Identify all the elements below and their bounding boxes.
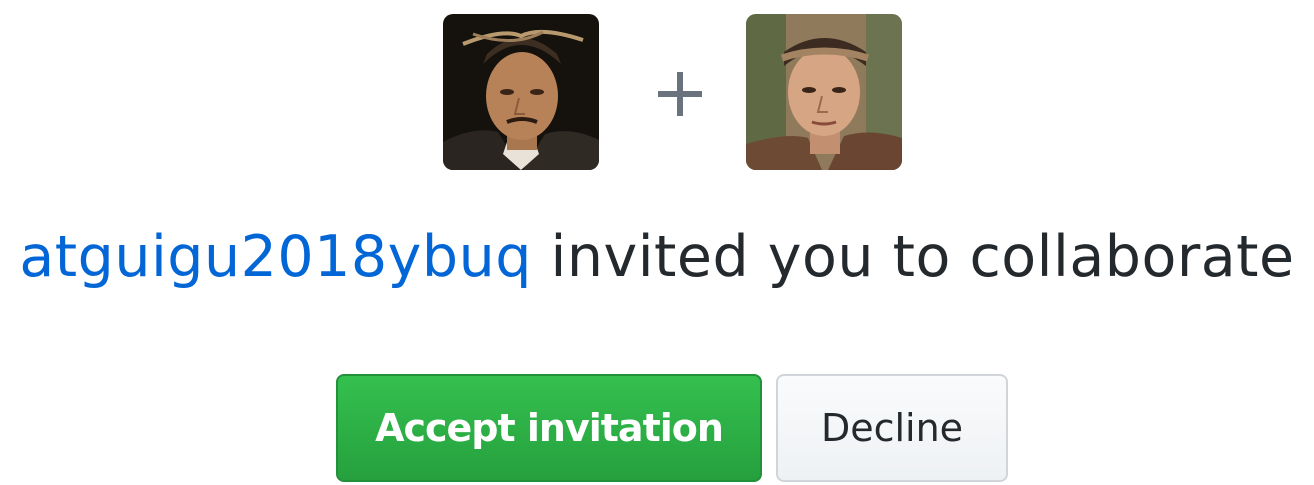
plus-icon [658,72,702,116]
inviter-username-link[interactable]: atguigu2018ybuq [19,224,532,290]
invitee-avatar[interactable] [746,14,902,170]
inviter-avatar[interactable] [443,14,599,170]
invitation-actions: Accept invitation Decline [0,374,1314,484]
invitation-text: invited you to collaborate [531,224,1295,290]
avatar-row [0,14,1314,170]
accept-invitation-button[interactable]: Accept invitation [336,374,762,482]
decline-button[interactable]: Decline [776,374,1008,482]
invitation-message: atguigu2018ybuq invited you to collabora… [0,212,1314,302]
